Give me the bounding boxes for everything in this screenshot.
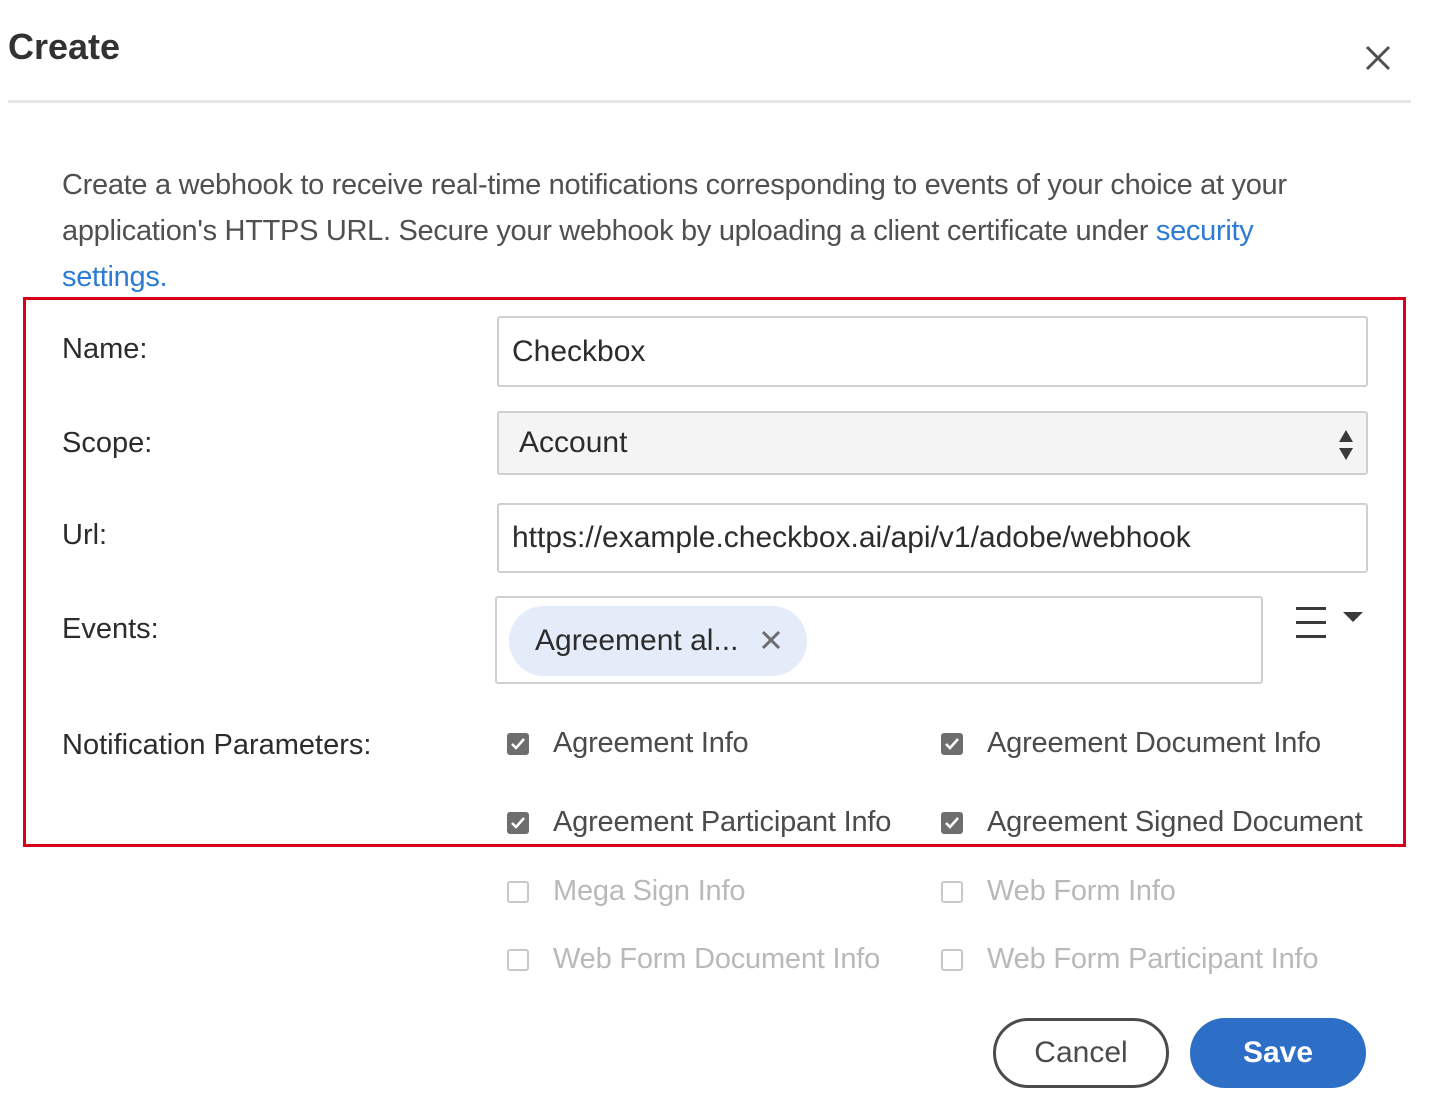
url-input[interactable]: https://example.checkbox.ai/api/v1/adobe… (497, 503, 1368, 573)
checkbox-checked-icon (941, 811, 963, 834)
checkbox-unchecked-icon (941, 948, 963, 971)
scope-value: Account (519, 426, 628, 459)
event-chip: Agreement al... (509, 606, 807, 676)
name-value: Checkbox (512, 334, 646, 368)
save-button[interactable]: Save (1190, 1018, 1366, 1088)
events-label: Events: (62, 613, 159, 645)
param-label: Agreement Participant Info (553, 806, 892, 838)
checkbox-checked-icon (507, 811, 529, 834)
scope-select[interactable]: Account (497, 411, 1368, 475)
header-divider (8, 100, 1411, 103)
name-input[interactable]: Checkbox (497, 316, 1368, 387)
param-web-form-info[interactable]: Web Form Info (941, 875, 1176, 908)
event-chip-label: Agreement al... (535, 624, 739, 657)
close-button[interactable] (1358, 38, 1398, 78)
param-label: Agreement Info (553, 727, 749, 759)
param-mega-sign-info[interactable]: Mega Sign Info (507, 875, 745, 908)
dialog-title: Create (8, 26, 121, 67)
param-agreement-participant-info[interactable]: Agreement Participant Info (507, 806, 891, 839)
param-label: Web Form Participant Info (987, 943, 1319, 975)
param-label: Web Form Info (987, 875, 1176, 907)
param-label: Web Form Document Info (553, 943, 881, 975)
intro-text: Create a webhook to receive real-time no… (62, 162, 1362, 300)
param-label: Agreement Signed Document (987, 806, 1363, 838)
param-web-form-participant-info[interactable]: Web Form Participant Info (941, 943, 1319, 976)
checkbox-checked-icon (507, 732, 529, 755)
checkbox-unchecked-icon (941, 880, 963, 903)
list-menu-icon[interactable] (1290, 603, 1370, 643)
scope-label: Scope: (62, 427, 153, 459)
param-agreement-signed-document[interactable]: Agreement Signed Document (941, 806, 1363, 839)
select-arrows-icon (1339, 430, 1353, 460)
close-icon (1365, 45, 1391, 71)
name-label: Name: (62, 333, 148, 365)
param-label: Agreement Document Info (987, 727, 1321, 759)
param-agreement-document-info[interactable]: Agreement Document Info (941, 727, 1321, 760)
remove-chip-icon[interactable] (759, 628, 783, 652)
checkbox-unchecked-icon (507, 948, 529, 971)
param-agreement-info[interactable]: Agreement Info (507, 727, 749, 760)
cancel-button[interactable]: Cancel (993, 1018, 1169, 1088)
checkbox-checked-icon (941, 732, 963, 755)
intro-description: Create a webhook to receive real-time no… (62, 169, 1287, 247)
url-value: https://example.checkbox.ai/api/v1/adobe… (512, 521, 1191, 554)
param-web-form-document-info[interactable]: Web Form Document Info (507, 943, 880, 976)
events-multiselect[interactable]: Agreement al... (495, 596, 1263, 684)
param-label: Mega Sign Info (553, 875, 746, 907)
notification-parameters-label: Notification Parameters: (62, 729, 372, 761)
url-label: Url: (62, 519, 108, 551)
checkbox-unchecked-icon (507, 880, 529, 903)
